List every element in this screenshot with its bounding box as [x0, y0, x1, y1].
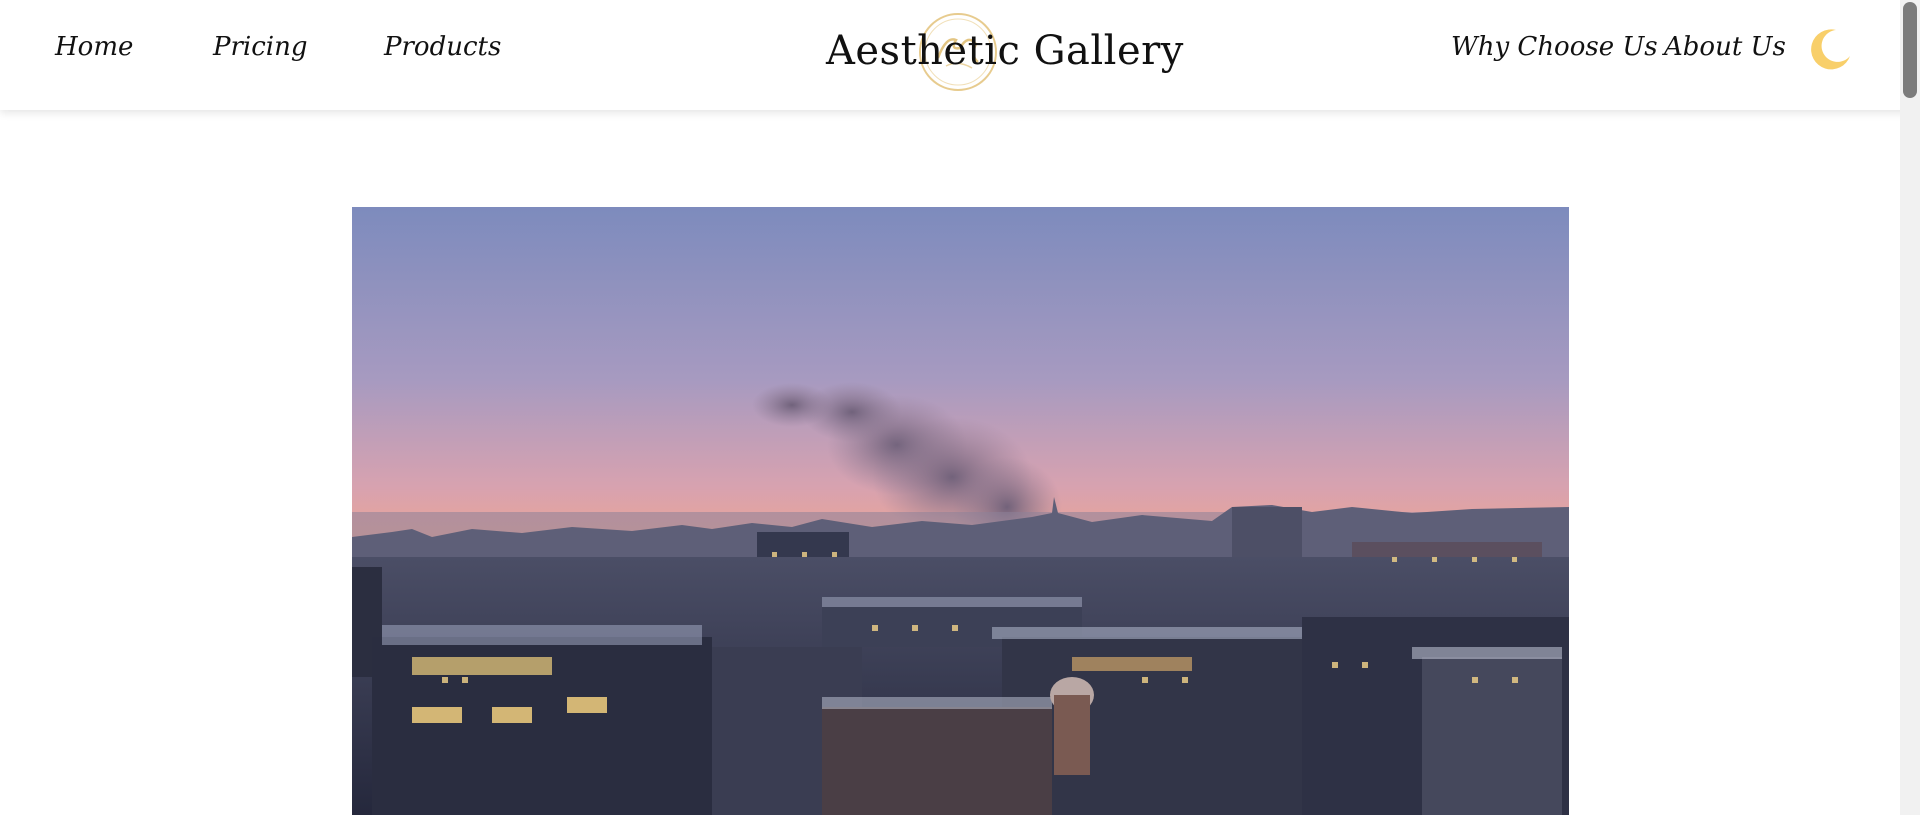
nav-home-link[interactable]: Home: [55, 32, 133, 62]
nav-about-us-link[interactable]: About Us: [1664, 32, 1786, 62]
nav-pricing-link[interactable]: Pricing: [213, 32, 308, 62]
nav-why-choose-us-link[interactable]: Why Choose Us: [1451, 32, 1658, 62]
top-navbar: Home Pricing Products Aesthetic Gallery …: [0, 0, 1920, 110]
hero-image: [352, 207, 1569, 815]
theme-toggle-button[interactable]: [1806, 24, 1854, 72]
page: Home Pricing Products Aesthetic Gallery …: [0, 0, 1920, 815]
city-skyline-at-dusk-image: [352, 207, 1569, 815]
scrollbar-thumb[interactable]: [1903, 2, 1917, 98]
logo-text: Aesthetic Gallery: [826, 28, 1184, 74]
vertical-scrollbar[interactable]: [1900, 0, 1920, 815]
moon-stars-icon: [1811, 29, 1850, 70]
site-logo[interactable]: Aesthetic Gallery: [820, 8, 1183, 98]
nav-products-link[interactable]: Products: [384, 32, 501, 62]
